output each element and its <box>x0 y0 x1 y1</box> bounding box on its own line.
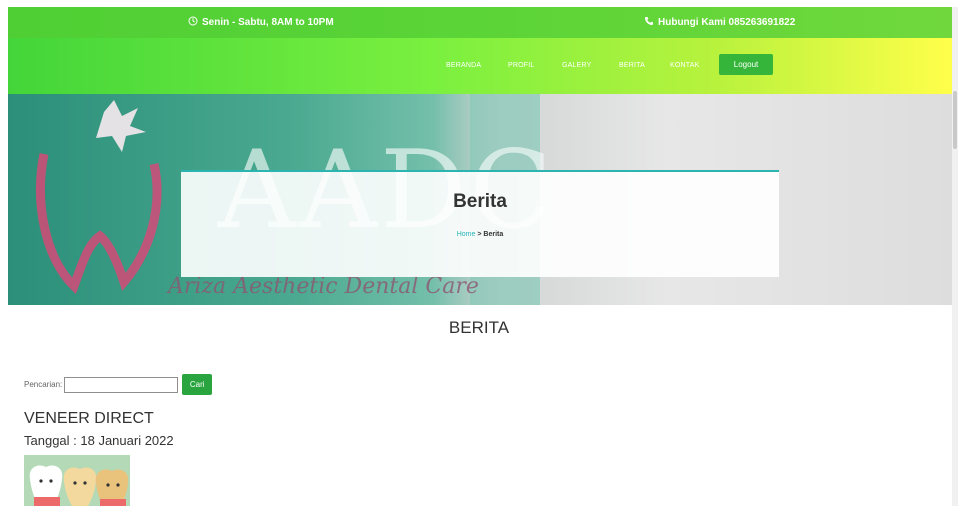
tooth-characters-image <box>24 455 130 506</box>
search-button[interactable]: Cari <box>182 374 213 395</box>
phone-icon <box>644 16 654 29</box>
clock-icon <box>188 16 198 29</box>
scrollbar-handle[interactable] <box>953 91 957 149</box>
search-label: Pencarian: <box>24 380 63 389</box>
nav-beranda[interactable]: BERANDA <box>446 62 481 69</box>
news-title[interactable]: VENEER DIRECT <box>24 410 154 428</box>
nav-kontak[interactable]: KONTAK <box>670 62 699 69</box>
tooth-logo-icon <box>36 100 162 294</box>
page: Senin - Sabtu, 8AM to 10PM Hubungi Kami … <box>0 0 958 506</box>
browser-left-edge <box>0 0 8 506</box>
search-input[interactable] <box>64 376 179 393</box>
main-navbar: BERANDA PROFIL GALERY BERITA KONTAK Logo… <box>8 38 952 94</box>
section-heading: BERITA <box>448 318 510 337</box>
breadcrumb: Home > Berita <box>181 231 779 238</box>
logout-button[interactable]: Logout <box>719 54 773 75</box>
hours-text: Senin - Sabtu, 8AM to 10PM <box>202 17 334 28</box>
page-title: Berita <box>453 191 507 212</box>
nav-berita[interactable]: BERITA <box>619 62 645 69</box>
breadcrumb-separator: > <box>477 231 482 238</box>
hero-tagline: Ariza Aesthetic Dental Care <box>168 274 479 299</box>
topbar-hours: Senin - Sabtu, 8AM to 10PM <box>188 16 334 29</box>
nav-profil[interactable]: PROFIL <box>508 62 534 69</box>
news-thumbnail[interactable] <box>24 455 130 506</box>
browser-top-edge <box>0 0 958 7</box>
page-title-card: Berita Home > Berita <box>181 170 779 277</box>
breadcrumb-home-link[interactable]: Home <box>457 231 476 238</box>
page-scrollbar[interactable] <box>952 7 958 506</box>
topbar: Senin - Sabtu, 8AM to 10PM Hubungi Kami … <box>8 7 952 38</box>
news-date: Tanggal : 18 Januari 2022 <box>24 433 174 448</box>
search-form: Pencarian: Cari <box>24 374 213 395</box>
nav-galery[interactable]: GALERY <box>562 62 591 69</box>
phone-text: Hubungi Kami 085263691822 <box>658 17 796 28</box>
topbar-phone: Hubungi Kami 085263691822 <box>644 16 795 29</box>
breadcrumb-current: Berita <box>483 231 504 238</box>
